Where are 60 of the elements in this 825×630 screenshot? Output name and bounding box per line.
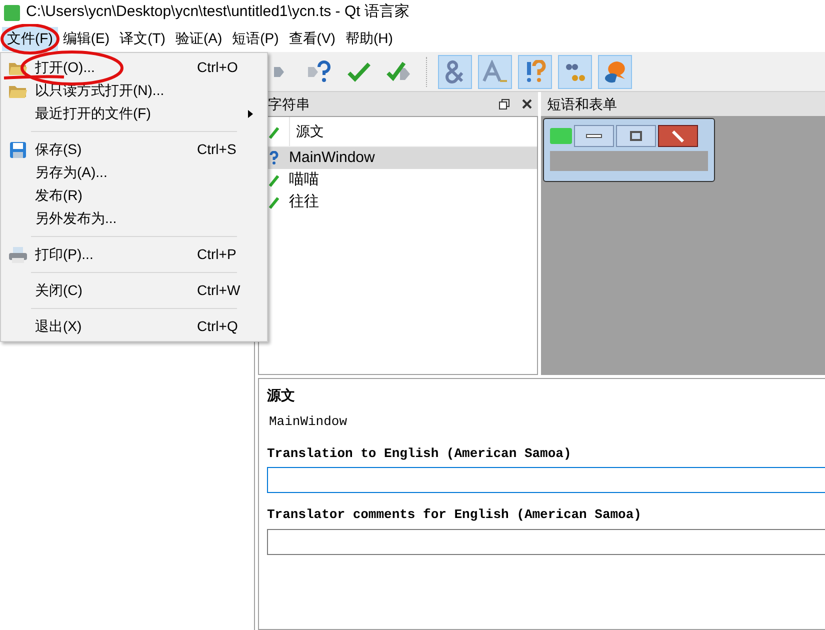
toolbar-button[interactable] [518,54,552,88]
text-field[interactable] [267,528,825,554]
submenu-arrow-icon [248,110,253,118]
menu-entry[interactable]: 打印(P)... Ctrl+P [1,243,267,266]
float-icon[interactable] [499,98,510,110]
menu-item[interactable]: 译文(T) [114,26,170,50]
menu-entry[interactable]: 最近打开的文件(F) [1,102,267,125]
printer-icon [8,246,28,264]
menu-entry[interactable]: 关闭(C) Ctrl+W [1,279,267,302]
shortcut-label: Ctrl+Q [197,317,239,336]
toolbar-button[interactable] [478,54,512,88]
menu-item[interactable]: 帮助(H) [340,26,398,50]
menu-item[interactable]: 查看(V) [284,26,340,50]
menu-entry-label: 打开(O)... [35,58,96,77]
row-text: MainWindow [289,148,375,168]
menu-entry-label: 退出(X) [35,317,83,336]
toolbar-button[interactable] [558,54,592,88]
panel-title: 短语和表单 [547,94,617,114]
menu-item[interactable]: 短语(P) [227,26,284,50]
pencil-icon [269,173,279,187]
menu-item[interactable]: 编辑(E) [58,26,115,50]
app-logo-icon [4,4,20,20]
field-label: Translator comments for English (American Samoa) [267,506,642,524]
source-text: MainWindow [268,413,348,431]
shortcut-label: Ctrl+O [197,58,239,77]
column-header[interactable]: 源文 [289,117,324,146]
menu-entry-label: 发布(R) [35,186,84,205]
pencil-icon [269,195,279,209]
shortcut-label: Ctrl+W [197,281,242,300]
menu-entry-label: 另外发布为... [35,209,118,228]
question-mark-icon [269,151,279,165]
close-icon[interactable] [522,99,532,109]
row-text: 往往 [289,192,319,212]
row-text: 喵喵 [289,170,319,190]
field-label: Translation to English (American Samoa) [267,444,572,462]
circle-annotation [0,24,62,56]
panel-title: 字符串 [267,94,310,114]
checkmark-icon [347,60,371,82]
menu-entry-label: 另存为(A)... [35,163,108,182]
speech-bubble-icon [602,58,628,84]
letter-a-icon [482,60,508,84]
text-field[interactable] [267,467,825,493]
ampersand-icon [444,60,466,84]
menu-entry[interactable]: 打开(O)... Ctrl+O [1,56,267,79]
menu-entry-label: 关闭(C) [35,281,84,300]
shortcut-label: Ctrl+S [197,140,238,159]
shortcut-label: Ctrl+P [197,245,238,264]
toolbar-button[interactable] [438,54,472,88]
menu-entry-label: 最近打开的文件(F) [35,104,152,123]
checkmark-arrow-icon [386,60,412,84]
source-label: 源文 [267,386,296,405]
menu-item[interactable]: 验证(A) [170,26,228,50]
menu-entry-label: 保存(S) [35,140,83,159]
menu-entry[interactable]: 退出(X) Ctrl+Q [1,315,267,338]
exclamation-question-icon [524,60,546,84]
menu-entry-label: 打印(P)... [35,245,94,264]
question-arrow-icon [307,60,331,84]
window-title: C:\Users\ycn\Desktop\ycn\test\untitled1\ycn.ts - Qt 语言家 [26,2,410,22]
toolbar-button[interactable] [598,54,632,88]
pencil-icon [269,124,279,138]
